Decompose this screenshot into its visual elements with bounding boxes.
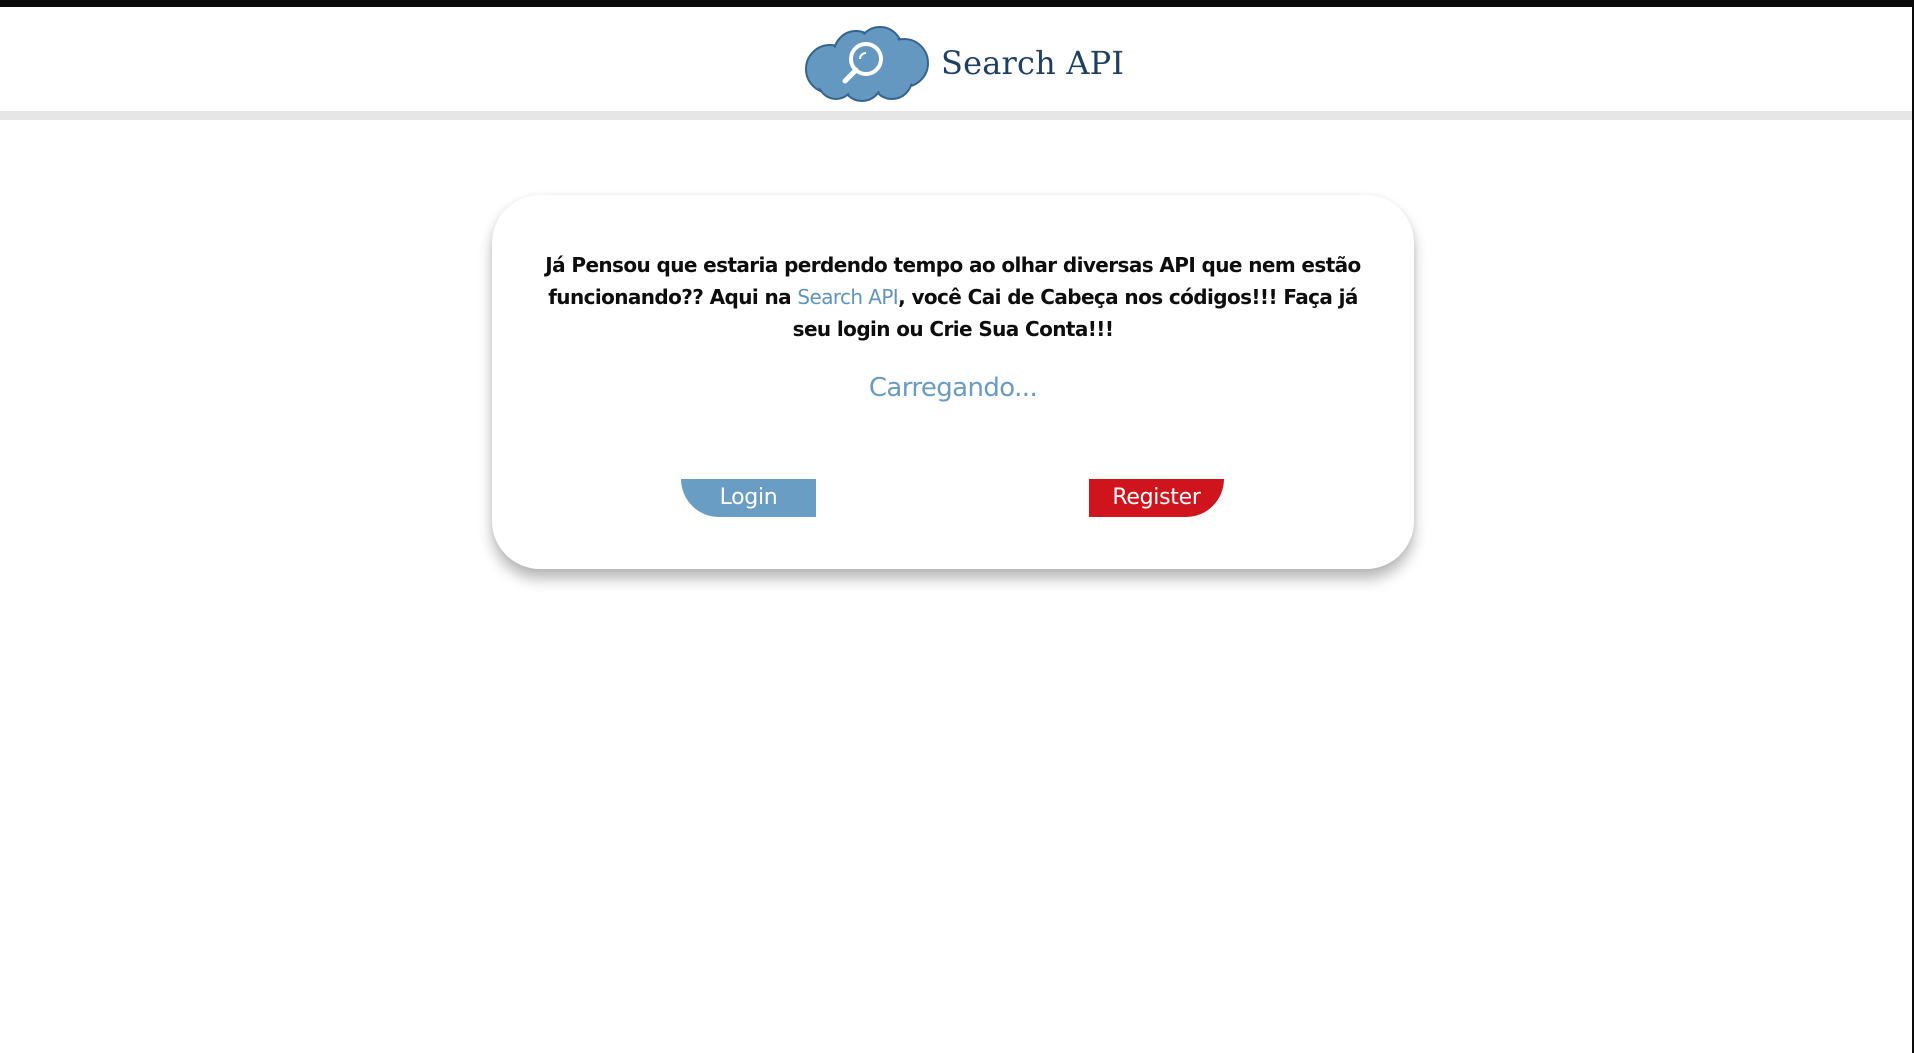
header-divider — [0, 111, 1912, 120]
welcome-card: Já Pensou que estaria perdendo tempo ao … — [492, 195, 1414, 569]
site-header: Search API — [0, 7, 1912, 111]
register-button[interactable]: Register — [1089, 479, 1224, 517]
loading-indicator: Carregando... — [868, 373, 1038, 403]
intro-text: Já Pensou que estaria perdendo tempo ao … — [536, 249, 1370, 345]
login-button[interactable]: Login — [681, 479, 816, 517]
cloud-magnifier-icon — [805, 26, 929, 102]
brand[interactable]: Search API — [800, 23, 1124, 103]
brand-name: Search API — [941, 44, 1125, 82]
search-api-link[interactable]: Search API — [797, 285, 898, 309]
window-top-border — [0, 0, 1914, 7]
